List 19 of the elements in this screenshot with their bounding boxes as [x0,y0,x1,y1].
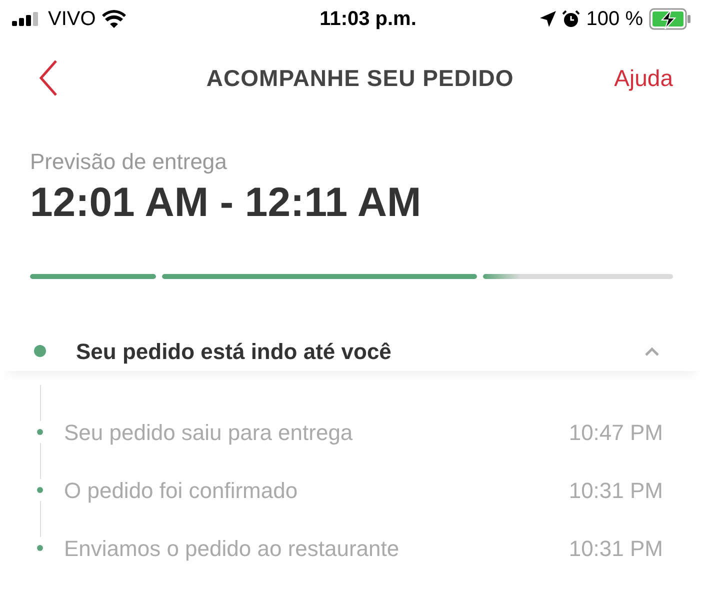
delivery-window: 12:01 AM - 12:11 AM [30,177,673,227]
delivery-label: Previsão de entrega [30,149,228,175]
wifi-icon [102,10,126,28]
battery-percent: 100 % [586,7,643,32]
event-time: 10:31 PM [568,476,663,504]
back-icon [38,59,58,97]
history-event: O pedido foi confirmado [64,476,299,505]
event-time: 10:31 PM [568,534,663,562]
page-title: ACOMPANHE SEU PEDIDO [206,64,514,93]
location-arrow-icon [540,11,556,27]
help-link[interactable]: Ajuda [614,60,673,96]
battery-charging-icon [648,8,691,30]
history-event: Enviamos o pedido ao restaurante [64,534,400,563]
carrier-name: VIVO [48,7,96,32]
event-time: 10:47 PM [568,418,663,446]
history-event: Seu pedido saiu para entrega [64,418,354,447]
clock-time: 11:03 p.m. [320,7,416,32]
alarm-clock-icon [562,10,580,28]
current-status: Seu pedido está indo até você [76,338,392,366]
